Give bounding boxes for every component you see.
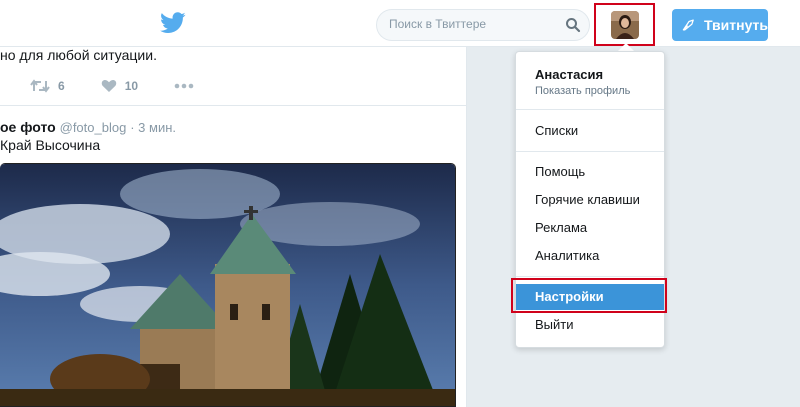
like-action[interactable]: 10 bbox=[101, 79, 138, 93]
menu-divider bbox=[516, 151, 664, 152]
avatar[interactable] bbox=[611, 11, 639, 39]
tweet-divider bbox=[0, 105, 467, 106]
menu-show-profile[interactable]: Показать профиль bbox=[535, 85, 630, 97]
menu-caret bbox=[618, 43, 634, 51]
tweet-button-label: Твитнуть bbox=[704, 17, 768, 33]
retweet-icon bbox=[30, 79, 50, 93]
menu-item-logout[interactable]: Выйти bbox=[516, 312, 664, 338]
avatar-highlight-box bbox=[594, 3, 655, 46]
menu-item-shortcuts[interactable]: Горячие клавиши bbox=[516, 187, 664, 213]
tweet-button[interactable]: Твитнуть bbox=[672, 9, 768, 41]
menu-user-name[interactable]: Анастасия bbox=[535, 67, 603, 82]
retweet-action[interactable]: 6 bbox=[30, 79, 65, 93]
heart-icon bbox=[101, 79, 116, 92]
tweet-time[interactable]: · 3 мин. bbox=[130, 120, 176, 135]
retweet-count: 6 bbox=[58, 79, 65, 93]
twitter-bird-icon[interactable] bbox=[160, 12, 186, 34]
menu-divider bbox=[516, 109, 664, 110]
search-box[interactable] bbox=[376, 9, 590, 41]
menu-item-analytics[interactable]: Аналитика bbox=[516, 243, 664, 269]
menu-item-help[interactable]: Помощь bbox=[516, 159, 664, 185]
more-action[interactable] bbox=[174, 83, 202, 89]
settings-highlight-box bbox=[511, 278, 667, 313]
menu-divider bbox=[516, 276, 664, 277]
tweet-author[interactable]: ое фото bbox=[0, 119, 56, 135]
top-bar: Твитнуть bbox=[0, 0, 800, 47]
tweet-actions: 6 10 bbox=[30, 77, 238, 95]
more-icon bbox=[174, 83, 194, 89]
compose-icon bbox=[682, 19, 694, 31]
search-input[interactable] bbox=[389, 17, 559, 31]
tweet-text: Край Высочина bbox=[0, 137, 101, 153]
menu-item-lists[interactable]: Списки bbox=[516, 118, 664, 144]
tweet-handle[interactable]: @foto_blog bbox=[60, 120, 127, 135]
like-count: 10 bbox=[124, 79, 139, 93]
tweet-text: но для любой ситуации. bbox=[0, 47, 157, 63]
search-icon[interactable] bbox=[565, 17, 581, 33]
tweet-photo[interactable] bbox=[0, 163, 456, 407]
timeline: но для любой ситуации. 6 10 ое фото @fot… bbox=[0, 47, 467, 407]
menu-item-ads[interactable]: Реклама bbox=[516, 215, 664, 241]
tweet-header: ое фото @foto_blog · 3 мин. bbox=[0, 119, 176, 135]
